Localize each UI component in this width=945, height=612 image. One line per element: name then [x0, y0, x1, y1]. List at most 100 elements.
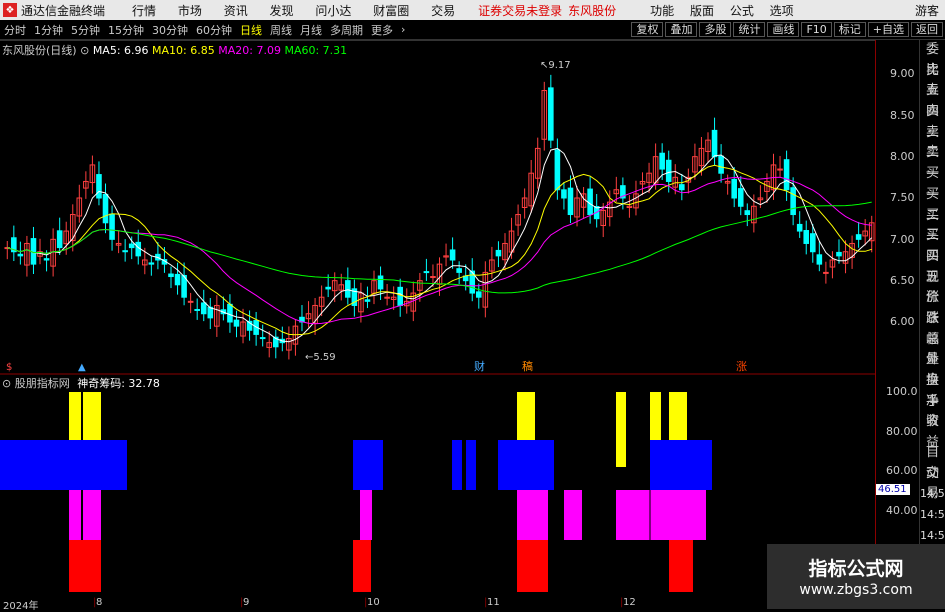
period-tab-2[interactable]: 5分钟 [71, 22, 100, 38]
side-label-1[interactable]: 卖五 [920, 61, 945, 99]
collapse-sub-icon[interactable]: ⊙ [2, 377, 15, 390]
menu-item-market[interactable]: 行情 [132, 4, 156, 18]
period-toolbar: 分时 1分钟 5分钟 15分钟 30分钟 60分钟 日线 周线 月线 多周期 更多 › 复权 叠加 多股 统计… [0, 20, 945, 40]
candle-body [56, 230, 63, 249]
period-tab-6[interactable]: 日线 [240, 22, 262, 38]
ma60-label: MA60: 7.31 [284, 44, 348, 57]
toolbar-action-6[interactable]: 标记 [833, 22, 866, 37]
period-tab-8[interactable]: 月线 [300, 22, 322, 38]
date-tick: 8 [96, 597, 103, 608]
chip-bar [498, 440, 554, 490]
main-chart-area[interactable]: ↖9.17 ←5.59 财 稿 涨 $ ▲ [0, 40, 875, 609]
event-marker: 涨 [736, 360, 747, 373]
toolbar-action-0[interactable]: 复权 [631, 22, 664, 37]
side-label-11[interactable]: 现价 [920, 268, 945, 306]
side-label-4[interactable]: 卖二 [920, 123, 945, 161]
toolbar-action-1[interactable]: 叠加 [665, 22, 698, 37]
toolbar-action-2[interactable]: 多股 [699, 22, 732, 37]
candle-body [102, 193, 109, 224]
side-label-16[interactable]: 换手 [920, 371, 945, 409]
candle-body [737, 188, 744, 207]
menu-item-trade[interactable]: 交易 [431, 4, 455, 18]
side-label-10[interactable]: 买五 [920, 247, 945, 285]
login-status[interactable]: 证券交易未登录 [478, 2, 562, 19]
period-tab-0[interactable]: 分时 [4, 22, 26, 38]
app-title: 通达信金融终端 [21, 3, 106, 18]
menu-layout[interactable]: 版面 [690, 4, 714, 18]
sub-tick: 40.00 [886, 504, 918, 517]
price-tick: 6.50 [890, 274, 915, 287]
date-tick-mark: | [240, 597, 244, 608]
period-tab-3[interactable]: 15分钟 [108, 22, 144, 38]
price-tick: 7.50 [890, 191, 915, 204]
side-label-0[interactable]: 委比 [920, 40, 945, 78]
side-label-15[interactable]: 外盘 [920, 350, 945, 388]
candle-body [397, 286, 403, 306]
app-logo-icon: ❖ [3, 3, 17, 17]
menu-formula[interactable]: 公式 [730, 4, 754, 18]
menu-function[interactable]: 功能 [650, 4, 674, 18]
period-tab-4[interactable]: 30分钟 [152, 22, 188, 38]
candle-body [325, 286, 331, 290]
dividend-marker-icon: $ [6, 362, 12, 373]
side-label-9[interactable]: 买四 [920, 226, 945, 264]
side-label-5[interactable]: 卖一 [920, 143, 945, 181]
candle-body [711, 129, 718, 158]
price-tick: 7.00 [890, 233, 915, 246]
collapse-icon[interactable]: ⊙ [80, 44, 93, 57]
chip-bar [69, 490, 81, 540]
chip-bar [69, 540, 101, 592]
toolbar-action-8[interactable]: 返回 [911, 22, 943, 37]
side-label-6[interactable]: 买一 [920, 164, 945, 202]
chip-bar [616, 392, 626, 467]
side-label-17[interactable]: 净资 [920, 392, 945, 430]
candle-body [665, 159, 672, 182]
menu-item-wealth[interactable]: 财富圈 [373, 4, 409, 18]
side-auto-1[interactable]: 交易 [920, 464, 945, 502]
toolbar-action-7[interactable]: +自选 [867, 22, 909, 37]
menu-options[interactable]: 选项 [770, 4, 794, 18]
period-tab-9[interactable]: 多周期 [330, 22, 363, 38]
side-label-13[interactable]: 涨幅 [920, 309, 945, 347]
candle-body [809, 233, 816, 253]
candle-body [364, 299, 371, 302]
price-axis: 9.00 8.50 8.00 7.50 7.00 6.50 6.00 100.0 80.00 60… [875, 40, 919, 609]
candle-body [659, 152, 665, 170]
chip-bar [650, 440, 712, 490]
side-time-0: 14:56 [920, 487, 945, 501]
side-label-14[interactable]: 总量 [920, 330, 945, 368]
low-price-label: ←5.59 [305, 352, 336, 363]
menu-item-news[interactable]: 资讯 [224, 4, 248, 18]
toolbar-action-3[interactable]: 统计 [733, 22, 766, 37]
menu-item-ask[interactable]: 问小达 [315, 4, 351, 18]
side-label-3[interactable]: 卖三 [920, 102, 945, 140]
more-chevron-icon[interactable]: › [401, 23, 405, 36]
chip-bar [517, 490, 548, 540]
side-label-7[interactable]: 买二 [920, 185, 945, 223]
chart-title: 东风股份(日线) [2, 44, 77, 57]
period-tab-5[interactable]: 60分钟 [196, 22, 232, 38]
candle-body [194, 308, 200, 311]
side-label-12[interactable]: 涨跌 [920, 288, 945, 326]
menu-item-markets[interactable]: 市场 [178, 4, 202, 18]
side-auto-0[interactable]: 自动 [920, 443, 945, 481]
candle-body [128, 243, 135, 249]
side-label-2[interactable]: 卖四 [920, 81, 945, 119]
candle-body [548, 87, 554, 141]
side-label-18[interactable]: 收益 [920, 412, 945, 450]
period-tab-10[interactable]: 更多 [371, 22, 393, 38]
candle-body [227, 303, 233, 323]
candle-body [200, 302, 207, 315]
guest-label[interactable]: 游客 [915, 2, 939, 19]
candle-body [377, 275, 384, 290]
period-tab-1[interactable]: 1分钟 [34, 22, 63, 38]
menu-item-discover[interactable]: 发现 [270, 4, 294, 18]
period-tab-7[interactable]: 周线 [270, 22, 292, 38]
chip-bar [517, 540, 548, 592]
candle-body [259, 337, 266, 340]
ma20-label: MA20: 7.09 [218, 44, 281, 57]
toolbar-action-4[interactable]: 画线 [767, 22, 800, 37]
toolbar-action-5[interactable]: F10 [801, 22, 832, 37]
side-label-8[interactable]: 买三 [920, 206, 945, 244]
candle-body [777, 168, 783, 171]
